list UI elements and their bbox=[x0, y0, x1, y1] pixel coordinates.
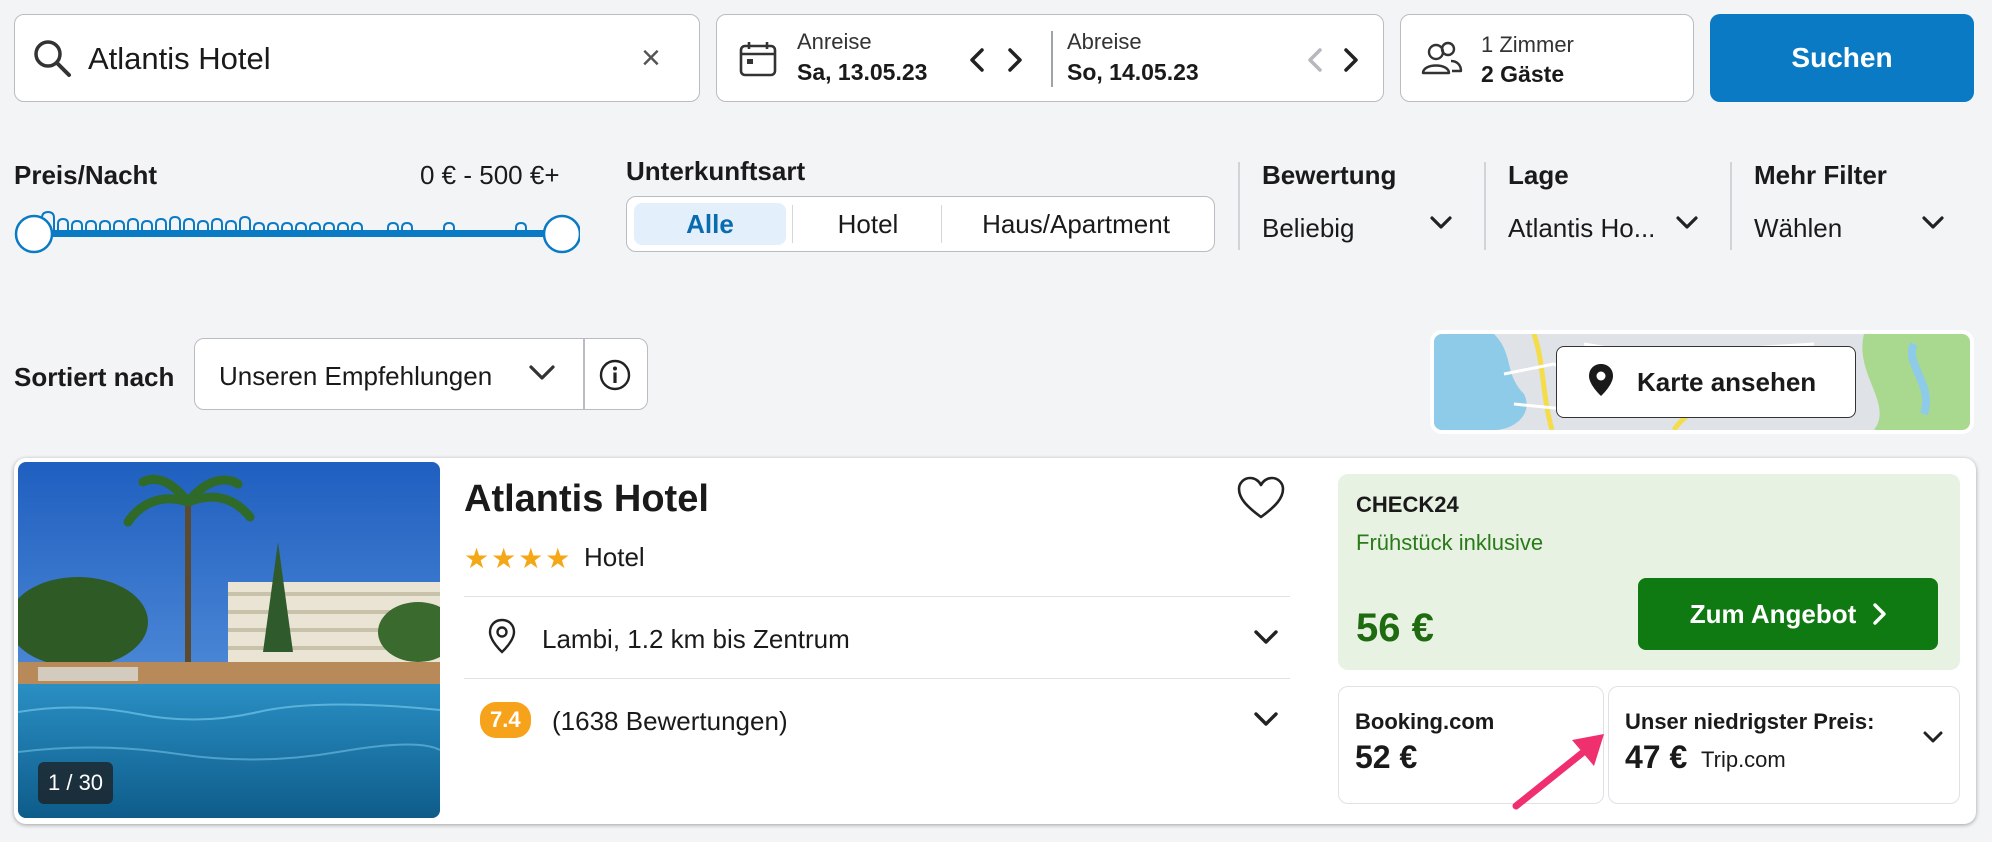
sort-dropdown[interactable]: Unseren Empfehlungen bbox=[194, 338, 648, 410]
lowest-price-value: 47 € bbox=[1625, 739, 1688, 775]
map-pin-icon bbox=[1587, 362, 1615, 403]
checkout-value[interactable]: So, 14.05.23 bbox=[1067, 59, 1199, 86]
type-option-hotel[interactable]: Hotel bbox=[793, 203, 943, 245]
search-button[interactable]: Suchen bbox=[1710, 14, 1974, 102]
type-segmented-control: Alle Hotel Haus/Apartment bbox=[626, 196, 1215, 252]
main-offer-price: 56 € bbox=[1356, 606, 1434, 650]
chevron-down-icon bbox=[1922, 216, 1944, 235]
annotation-arrow-icon bbox=[1512, 734, 1604, 810]
location-filter-title: Lage bbox=[1508, 160, 1569, 190]
main-offer-extra: Frühstück inklusive bbox=[1356, 530, 1544, 555]
search-icon bbox=[31, 37, 73, 84]
chevron-down-icon[interactable] bbox=[1254, 712, 1278, 733]
checkin-next-icon[interactable] bbox=[1001, 43, 1029, 77]
info-icon[interactable] bbox=[599, 359, 631, 396]
chevron-right-icon bbox=[1872, 603, 1886, 625]
hotel-type: Hotel bbox=[584, 542, 645, 572]
calendar-icon bbox=[739, 41, 777, 82]
lowest-price-offer[interactable]: Unser niedrigster Preis: 47 € Trip.com bbox=[1608, 686, 1960, 804]
more-filters-title: Mehr Filter bbox=[1754, 160, 1887, 190]
checkin-prev-icon[interactable] bbox=[963, 43, 991, 77]
photo-counter: 1 / 30 bbox=[38, 762, 114, 804]
rooms-count: 1 Zimmer bbox=[1481, 32, 1574, 57]
type-option-apartment[interactable]: Haus/Apartment bbox=[943, 203, 1209, 245]
more-filters-dropdown[interactable]: Wählen bbox=[1754, 208, 1944, 248]
clear-icon[interactable]: × bbox=[641, 41, 661, 75]
date-picker[interactable]: Anreise Sa, 13.05.23 Abreise So, 14.05.2… bbox=[716, 14, 1384, 102]
search-bar: Atlantis Hotel × Anreise Sa, 13.05.23 Ab… bbox=[0, 0, 1992, 122]
location-dropdown-value: Atlantis Ho... bbox=[1508, 212, 1656, 243]
hotel-location: Lambi, 1.2 km bis Zentrum bbox=[542, 624, 850, 654]
hotel-card: 1 / 30 Atlantis Hotel ★★★★ Hotel Lambi, … bbox=[14, 458, 1976, 824]
checkin-label: Anreise bbox=[797, 29, 872, 54]
hotel-photo[interactable]: 1 / 30 bbox=[18, 462, 440, 818]
sort-label: Sortiert nach bbox=[14, 362, 175, 392]
date-divider bbox=[1051, 31, 1053, 87]
chevron-down-icon bbox=[1923, 731, 1943, 750]
price-min-handle bbox=[14, 214, 54, 254]
chevron-down-icon bbox=[1676, 216, 1698, 235]
lowest-price-label: Unser niedrigster Preis: bbox=[1625, 709, 1875, 734]
checkout-label: Abreise bbox=[1067, 29, 1142, 54]
guests-picker[interactable]: 1 Zimmer 2 Gäste bbox=[1400, 14, 1694, 102]
hotel-name[interactable]: Atlantis Hotel bbox=[464, 478, 709, 521]
offer-booking-price: 52 € bbox=[1355, 739, 1418, 775]
rating-dropdown-value: Beliebig bbox=[1262, 212, 1355, 243]
checkout-next-icon[interactable] bbox=[1337, 43, 1365, 77]
lowest-price-provider: Trip.com bbox=[1701, 747, 1786, 772]
destination-search-field[interactable]: Atlantis Hotel × bbox=[14, 14, 700, 102]
location-dropdown[interactable]: Atlantis Ho... bbox=[1508, 208, 1698, 248]
show-map-label: Karte ansehen bbox=[1637, 366, 1817, 397]
rating-count: (1638 Bewertungen) bbox=[552, 706, 788, 736]
rating-filter-title: Bewertung bbox=[1262, 160, 1397, 190]
destination-input[interactable]: Atlantis Hotel bbox=[88, 41, 271, 77]
star-rating: ★★★★ bbox=[464, 543, 573, 574]
offer-booking-provider: Booking.com bbox=[1355, 709, 1495, 734]
heart-icon[interactable] bbox=[1236, 476, 1286, 525]
chevron-down-icon bbox=[1430, 216, 1452, 235]
price-histogram-slider[interactable] bbox=[14, 184, 580, 260]
filter-bar: Preis/Nacht 0 € - 500 €+ Unterkunftsart … bbox=[0, 122, 1992, 274]
rating-dropdown[interactable]: Beliebig bbox=[1262, 208, 1452, 248]
sort-value: Unseren Empfehlungen bbox=[219, 361, 493, 391]
main-offer-provider: CHECK24 bbox=[1356, 492, 1459, 517]
main-offer-panel: CHECK24 Frühstück inklusive 56 € Zum Ang… bbox=[1338, 474, 1960, 670]
view-deal-button[interactable]: Zum Angebot bbox=[1638, 578, 1938, 650]
map-preview[interactable]: Karte ansehen bbox=[1430, 330, 1974, 434]
type-option-all[interactable]: Alle bbox=[634, 203, 786, 245]
chevron-down-icon bbox=[529, 365, 555, 386]
checkin-value[interactable]: Sa, 13.05.23 bbox=[797, 59, 927, 86]
type-filter-title: Unterkunftsart bbox=[626, 156, 806, 186]
price-max-handle bbox=[542, 214, 580, 254]
more-filters-value: Wählen bbox=[1754, 212, 1843, 243]
show-map-button[interactable]: Karte ansehen bbox=[1556, 346, 1856, 418]
view-deal-label: Zum Angebot bbox=[1689, 598, 1857, 629]
chevron-down-icon[interactable] bbox=[1254, 630, 1278, 651]
guests-icon bbox=[1421, 41, 1463, 80]
location-pin-icon bbox=[488, 618, 516, 659]
checkout-prev-icon[interactable] bbox=[1301, 43, 1329, 77]
rating-score-badge: 7.4 bbox=[480, 702, 531, 738]
guests-count: 2 Gäste bbox=[1481, 61, 1565, 87]
